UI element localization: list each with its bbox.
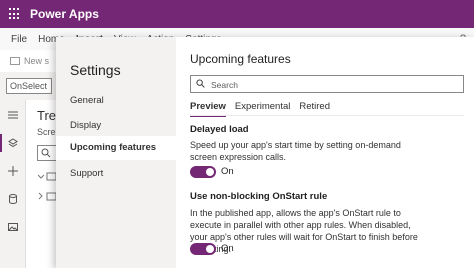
tabs-divider (190, 115, 464, 116)
tree-view-pane: Tree Scre (26, 100, 63, 268)
settings-content: Upcoming features Preview Experimental R… (176, 37, 474, 268)
search-icon (196, 79, 205, 88)
toggle-state-label: On (221, 166, 234, 177)
tree-search-box[interactable] (37, 145, 57, 161)
hamburger-icon[interactable] (8, 110, 18, 120)
nav-item-general[interactable]: General (70, 95, 104, 106)
tree-item[interactable] (37, 192, 57, 204)
app-title: Power Apps (30, 7, 99, 21)
settings-nav: Settings General Display Upcoming featur… (56, 37, 176, 268)
feature-title: Use non-blocking OnStart rule (190, 191, 328, 202)
feature-description: Speed up your app's start time by settin… (190, 140, 401, 162)
feature-title: Delayed load (190, 124, 249, 135)
property-dropdown[interactable]: OnSelect (6, 78, 52, 94)
nav-item-support[interactable]: Support (70, 168, 103, 179)
toolbar: New s (0, 50, 56, 72)
nav-item-display[interactable]: Display (70, 120, 101, 131)
non-blocking-onstart-toggle[interactable] (190, 243, 216, 255)
app-header: Power Apps (0, 0, 474, 28)
search-box[interactable] (190, 75, 464, 93)
settings-title: Settings (70, 62, 121, 78)
nav-item-upcoming-features[interactable]: Upcoming features (56, 136, 176, 160)
layers-icon[interactable] (0, 134, 18, 152)
plus-icon[interactable] (8, 166, 18, 176)
tree-search-icon (41, 148, 51, 158)
new-screen-icon (10, 57, 20, 65)
app-launcher-icon[interactable] (9, 8, 21, 20)
new-screen-button[interactable]: New s (24, 56, 49, 66)
database-icon[interactable] (8, 194, 18, 205)
search-input[interactable] (211, 79, 456, 90)
toggle-state-label: On (221, 243, 234, 254)
left-rail (0, 100, 26, 268)
delayed-load-toggle[interactable] (190, 166, 216, 178)
media-icon[interactable] (8, 222, 18, 232)
tree-item[interactable] (37, 172, 57, 184)
tree-tab-screens[interactable]: Scre (37, 127, 56, 137)
page-title: Upcoming features (190, 52, 291, 66)
settings-dialog: Settings General Display Upcoming featur… (56, 37, 474, 268)
menu-file[interactable]: File (11, 34, 27, 45)
